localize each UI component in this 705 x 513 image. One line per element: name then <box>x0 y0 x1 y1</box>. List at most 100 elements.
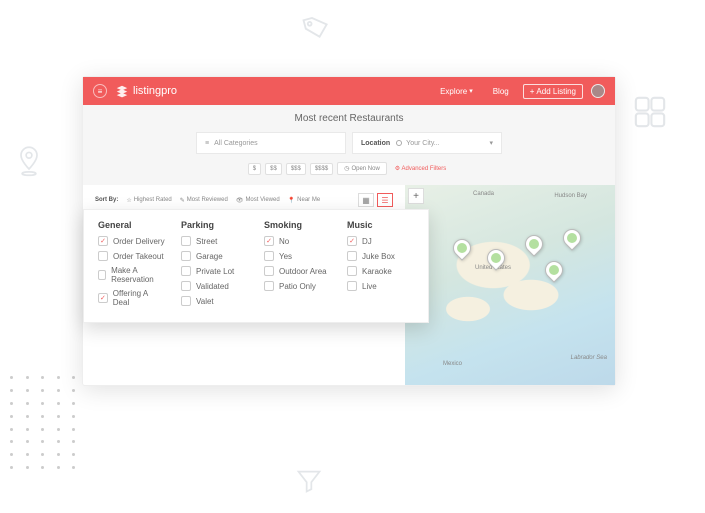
checkbox[interactable] <box>264 281 274 291</box>
pin-icon: 📍 <box>288 197 295 204</box>
filter-option[interactable]: Juke Box <box>347 251 414 261</box>
sort-most-viewed[interactable]: 👁Most Viewed <box>236 197 280 204</box>
location-pin-icon <box>15 145 43 177</box>
sort-highest-rated[interactable]: ☆Highest Rated <box>126 197 171 204</box>
filter-label: Outdoor Area <box>279 267 327 276</box>
filter-option[interactable]: Patio Only <box>264 281 331 291</box>
checkbox[interactable] <box>98 270 106 280</box>
filter-option[interactable]: Outdoor Area <box>264 266 331 276</box>
filter-heading-music: Music <box>347 220 414 230</box>
sort-near-me[interactable]: 📍Near Me <box>288 197 321 204</box>
filter-option[interactable]: Live <box>347 281 414 291</box>
filter-label: Yes <box>279 252 292 261</box>
filter-heading-general: General <box>98 220 165 230</box>
avatar[interactable] <box>591 84 605 98</box>
sort-most-reviewed[interactable]: ✎Most Reviewed <box>180 197 228 204</box>
filter-label: No <box>279 237 289 246</box>
filter-option[interactable]: Make A Reservation <box>98 266 165 284</box>
filter-option[interactable]: ✓ DJ <box>347 236 414 246</box>
star-icon: ☆ <box>126 197 131 204</box>
funnel-icon <box>295 467 323 495</box>
logo[interactable]: listingpro <box>115 84 177 98</box>
sort-bar: Sort By: ☆Highest Rated ✎Most Reviewed 👁… <box>95 193 393 207</box>
map-fullscreen-button[interactable]: + <box>408 188 424 204</box>
filter-heading-parking: Parking <box>181 220 248 230</box>
content-area: Sort By: ☆Highest Rated ✎Most Reviewed 👁… <box>83 185 615 385</box>
add-listing-button[interactable]: +Add Listing <box>523 84 583 99</box>
list-icon: ≡ <box>205 140 209 147</box>
filter-option[interactable]: ✓ No <box>264 236 331 246</box>
checkbox[interactable] <box>181 236 191 246</box>
filter-label: Karaoke <box>362 267 392 276</box>
filter-label: Live <box>362 282 377 291</box>
filter-option[interactable]: Street <box>181 236 248 246</box>
checkbox[interactable]: ✓ <box>264 236 274 246</box>
filter-label: DJ <box>362 237 372 246</box>
checkbox[interactable]: ✓ <box>98 293 108 303</box>
app-window: ≡ listingpro Explore▾ Blog +Add Listing … <box>82 76 616 386</box>
results-panel: Sort By: ☆Highest Rated ✎Most Reviewed 👁… <box>83 185 405 385</box>
filter-label: Street <box>196 237 217 246</box>
tag-icon <box>299 9 336 46</box>
checkbox[interactable] <box>347 251 357 261</box>
open-now-toggle[interactable]: ◷Open Now <box>337 162 387 175</box>
checkbox[interactable] <box>264 266 274 276</box>
map[interactable]: + Canada Hudson Bay United States Mexico… <box>405 185 615 385</box>
filter-option[interactable]: Validated <box>181 281 248 291</box>
checkbox[interactable] <box>181 281 191 291</box>
nav-explore[interactable]: Explore▾ <box>434 87 479 96</box>
chevron-down-icon: ▾ <box>489 139 493 147</box>
map-marker[interactable] <box>521 231 546 256</box>
nav-blog[interactable]: Blog <box>487 87 515 96</box>
filter-label: Validated <box>196 282 229 291</box>
checkbox[interactable] <box>347 281 357 291</box>
location-select[interactable]: Location Your City... ▾ <box>352 132 502 154</box>
top-bar: ≡ listingpro Explore▾ Blog +Add Listing <box>83 77 615 105</box>
menu-button[interactable]: ≡ <box>93 84 107 98</box>
checkbox[interactable] <box>347 266 357 276</box>
price-1[interactable]: $ <box>248 163 261 175</box>
decorative-dots <box>10 376 80 471</box>
advanced-filters-link[interactable]: ⚙ Advanced Filters <box>391 165 450 172</box>
map-label-canada: Canada <box>473 191 494 197</box>
checkbox[interactable] <box>181 251 191 261</box>
filter-label: Valet <box>196 297 214 306</box>
eye-icon: 👁 <box>236 197 244 204</box>
filter-option[interactable]: Garage <box>181 251 248 261</box>
map-marker[interactable] <box>559 225 584 250</box>
page-title: Most recent Restaurants <box>83 113 615 124</box>
filter-option[interactable]: Valet <box>181 296 248 306</box>
grid-icon <box>633 95 667 129</box>
filter-label: Offering A Deal <box>113 289 165 307</box>
view-grid-button[interactable]: ▦ <box>358 193 374 207</box>
filter-label: Make A Reservation <box>111 266 165 284</box>
checkbox[interactable]: ✓ <box>347 236 357 246</box>
edit-icon: ✎ <box>180 197 185 204</box>
map-marker[interactable] <box>541 257 566 282</box>
logo-icon <box>115 84 129 98</box>
checkbox[interactable] <box>98 251 108 261</box>
price-3[interactable]: $$$ <box>286 163 306 175</box>
filter-option[interactable]: ✓ Offering A Deal <box>98 289 165 307</box>
checkbox[interactable]: ✓ <box>98 236 108 246</box>
price-4[interactable]: $$$$ <box>310 163 333 175</box>
filter-label: Patio Only <box>279 282 316 291</box>
price-2[interactable]: $$ <box>265 163 282 175</box>
filter-option[interactable]: Yes <box>264 251 331 261</box>
map-marker[interactable] <box>449 235 474 260</box>
filter-option[interactable]: Karaoke <box>347 266 414 276</box>
checkbox[interactable] <box>181 296 191 306</box>
search-section: Most recent Restaurants ≡ All Categories… <box>83 105 615 185</box>
filter-label: Private Lot <box>196 267 234 276</box>
view-list-button[interactable]: ☰ <box>377 193 393 207</box>
list-view-icon: ☰ <box>381 196 388 205</box>
price-filter-row: $ $$ $$$ $$$$ ◷Open Now ⚙ Advanced Filte… <box>83 162 615 175</box>
checkbox[interactable] <box>181 266 191 276</box>
checkbox[interactable] <box>264 251 274 261</box>
plus-icon: + <box>530 87 535 96</box>
filter-option[interactable]: ✓Order Delivery <box>98 236 165 246</box>
category-select[interactable]: ≡ All Categories <box>196 132 346 154</box>
filter-option[interactable]: Order Takeout <box>98 251 165 261</box>
map-label-mexico: Mexico <box>443 361 462 367</box>
filter-option[interactable]: Private Lot <box>181 266 248 276</box>
